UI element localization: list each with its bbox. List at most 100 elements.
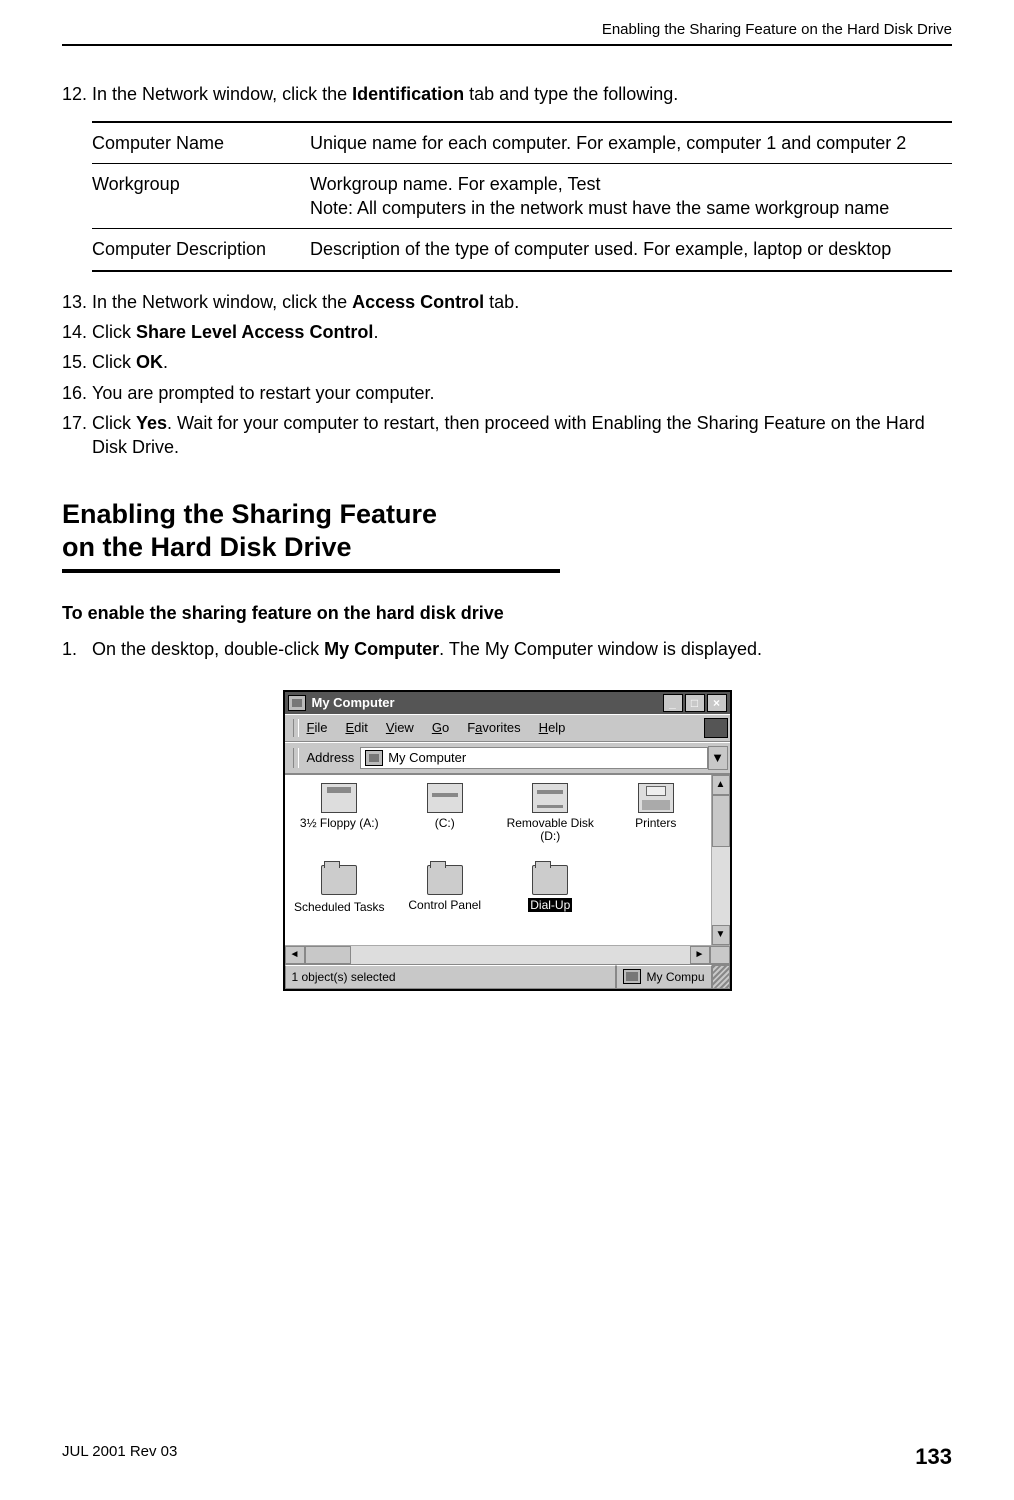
step-number: 1. bbox=[62, 637, 92, 661]
step-text: Click OK. bbox=[92, 350, 952, 374]
remov-icon bbox=[532, 783, 568, 813]
scroll-up-button[interactable]: ▲ bbox=[712, 775, 730, 795]
drive-icon-c[interactable]: (C:) bbox=[392, 783, 498, 865]
status-text: 1 object(s) selected bbox=[285, 965, 617, 989]
drive-icon-printers[interactable]: Printers bbox=[603, 783, 709, 865]
bold-text: Access Control bbox=[352, 292, 484, 312]
bold-text: Yes bbox=[136, 413, 167, 433]
step-number: 15. bbox=[62, 350, 92, 374]
my-computer-icon bbox=[623, 969, 641, 984]
icon-label: Scheduled Tasks bbox=[294, 900, 385, 914]
close-button[interactable]: × bbox=[707, 694, 727, 712]
drive-icon-dial-up[interactable]: Dial-Up bbox=[498, 865, 604, 945]
menu-file[interactable]: File bbox=[307, 720, 328, 735]
menu-view[interactable]: View bbox=[386, 720, 414, 735]
scroll-track[interactable] bbox=[351, 946, 690, 964]
table-label: Computer Description bbox=[92, 229, 310, 271]
icon-label: 3½ Floppy (A:) bbox=[300, 816, 379, 830]
scroll-thumb[interactable] bbox=[712, 795, 730, 847]
scroll-right-button[interactable]: ► bbox=[690, 946, 710, 964]
step-list-1: 12. In the Network window, click the Ide… bbox=[62, 82, 952, 106]
scroll-down-button[interactable]: ▼ bbox=[712, 925, 730, 945]
vertical-scrollbar[interactable]: ▲ ▼ bbox=[711, 775, 730, 945]
scroll-track[interactable] bbox=[712, 847, 730, 925]
scroll-thumb[interactable] bbox=[305, 946, 351, 964]
throbber-icon bbox=[704, 718, 728, 738]
step-text: Click Share Level Access Control. bbox=[92, 320, 952, 344]
window-title: My Computer bbox=[312, 694, 395, 712]
my-computer-icon bbox=[365, 750, 383, 766]
maximize-button[interactable]: □ bbox=[685, 694, 705, 712]
menu-go[interactable]: Go bbox=[432, 720, 449, 735]
minimize-button[interactable]: _ bbox=[663, 694, 683, 712]
icon-label: Control Panel bbox=[408, 898, 481, 912]
bold-text: My Computer bbox=[324, 639, 439, 659]
titlebar[interactable]: My Computer _ □ × bbox=[285, 692, 730, 714]
scroll-left-button[interactable]: ◄ bbox=[285, 946, 305, 964]
menu-bar[interactable]: File Edit View Go Favorites Help bbox=[285, 714, 730, 742]
address-label: Address bbox=[307, 749, 355, 767]
drive-icon-scheduled-tasks[interactable]: Scheduled Tasks bbox=[287, 865, 393, 945]
step-text: In the Network window, click the Access … bbox=[92, 290, 952, 314]
hdd-icon bbox=[427, 783, 463, 813]
address-dropdown-button[interactable]: ▼ bbox=[708, 746, 728, 770]
folder-icon bbox=[532, 865, 568, 895]
address-value: My Computer bbox=[388, 749, 466, 767]
step-text: In the Network window, click the Identif… bbox=[92, 82, 952, 106]
step-number: 12. bbox=[62, 82, 92, 106]
table-label: Workgroup bbox=[92, 163, 310, 229]
client-area[interactable]: 3½ Floppy (A:) (C:) Removable Disk (D:) Pri… bbox=[285, 774, 730, 945]
printer-icon bbox=[638, 783, 674, 813]
rebar-grip[interactable] bbox=[293, 719, 299, 737]
step-number: 16. bbox=[62, 381, 92, 405]
address-bar[interactable]: Address My Computer ▼ bbox=[285, 742, 730, 774]
table-desc: Workgroup name. For example, TestNote: A… bbox=[310, 163, 952, 229]
identification-table: Computer NameUnique name for each comput… bbox=[92, 121, 952, 272]
icon-label: Printers bbox=[635, 816, 676, 830]
menu-favorites[interactable]: Favorites bbox=[467, 720, 520, 735]
icon-label: Dial-Up bbox=[528, 898, 572, 912]
menu-help[interactable]: Help bbox=[539, 720, 566, 735]
running-header: Enabling the Sharing Feature on the Hard… bbox=[62, 20, 952, 46]
system-menu-icon[interactable] bbox=[288, 695, 306, 711]
horizontal-scrollbar[interactable]: ◄ ► bbox=[285, 945, 730, 964]
resize-grip[interactable] bbox=[712, 965, 730, 989]
folder-icon bbox=[321, 865, 357, 895]
step-text: Click Yes. Wait for your computer to res… bbox=[92, 411, 952, 460]
bold-text: OK bbox=[136, 352, 163, 372]
section-rule bbox=[62, 569, 560, 573]
heading-line: Enabling the Sharing Feature bbox=[62, 499, 437, 529]
step-number: 14. bbox=[62, 320, 92, 344]
step-text: On the desktop, double-click My Computer… bbox=[92, 637, 952, 661]
bold-text: Identification bbox=[352, 84, 464, 104]
step-list-3: 1.On the desktop, double-click My Comput… bbox=[62, 637, 952, 661]
bold-text: Share Level Access Control bbox=[136, 322, 373, 342]
page-footer: JUL 2001 Rev 03 133 bbox=[62, 1442, 952, 1472]
floppy-icon bbox=[321, 783, 357, 813]
icon-label: Removable Disk (D:) bbox=[507, 816, 594, 843]
drive-icon-control-panel[interactable]: Control Panel bbox=[392, 865, 498, 945]
menu-edit[interactable]: Edit bbox=[345, 720, 367, 735]
my-computer-window: My Computer _ □ × File Edit View Go Favorite… bbox=[283, 690, 732, 991]
heading-line: on the Hard Disk Drive bbox=[62, 532, 352, 562]
scrollbar-corner bbox=[710, 946, 730, 964]
status-zone-text: My Compu bbox=[646, 969, 704, 985]
section-heading: Enabling the Sharing Feature on the Hard… bbox=[62, 498, 952, 566]
page-number: 133 bbox=[915, 1442, 952, 1472]
step-number: 13. bbox=[62, 290, 92, 314]
address-field[interactable]: My Computer bbox=[360, 747, 707, 769]
rebar-grip[interactable] bbox=[293, 748, 299, 768]
drive-icon-removable-disk-d[interactable]: Removable Disk (D:) bbox=[498, 783, 604, 865]
step-number: 17. bbox=[62, 411, 92, 460]
icon-label: (C:) bbox=[435, 816, 455, 830]
subheading: To enable the sharing feature on the har… bbox=[62, 601, 952, 625]
step-text: You are prompted to restart your compute… bbox=[92, 381, 952, 405]
table-desc: Description of the type of computer used… bbox=[310, 229, 952, 271]
drive-icon-3-floppy-a[interactable]: 3½ Floppy (A:) bbox=[287, 783, 393, 865]
status-zone: My Compu bbox=[616, 965, 711, 989]
table-desc: Unique name for each computer. For examp… bbox=[310, 122, 952, 164]
footer-revision: JUL 2001 Rev 03 bbox=[62, 1442, 177, 1472]
status-bar: 1 object(s) selected My Compu bbox=[285, 964, 730, 989]
step-list-2: 13.In the Network window, click the Acce… bbox=[62, 290, 952, 460]
table-label: Computer Name bbox=[92, 122, 310, 164]
